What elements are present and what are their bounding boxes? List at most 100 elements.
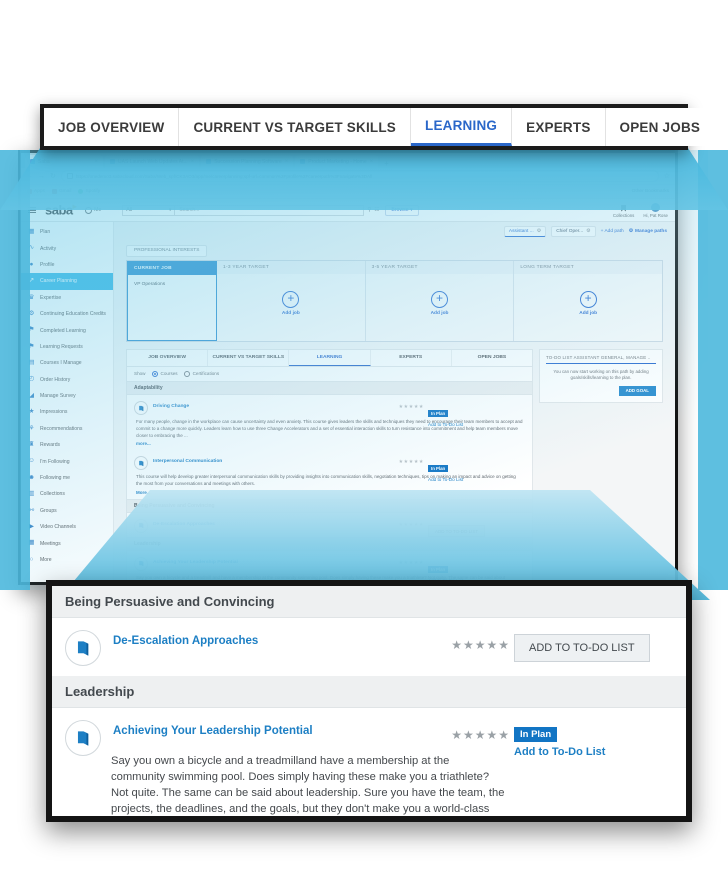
course-title[interactable]: De-Escalation Approaches xyxy=(113,630,258,647)
tab-current-vs-target-skills[interactable]: CURRENT VS TARGET SKILLS xyxy=(208,349,290,366)
rating-stars[interactable]: ★★★★★ xyxy=(451,728,510,742)
sidebar-item-collections[interactable]: ▥ Collections xyxy=(21,486,113,502)
sidebar-item-label: I'm Following xyxy=(40,458,70,465)
sidebar-item-label: Collections xyxy=(40,491,65,498)
sidebar-item-courses-i-manage[interactable]: ▤ Courses I Manage xyxy=(21,355,113,371)
radio-label: Courses xyxy=(160,371,178,377)
path-chip-chief-operating[interactable]: Chief Oper... ⚙ xyxy=(551,225,596,237)
zoom-wedge-left xyxy=(0,150,30,590)
sidebar-item-following-me[interactable]: ☻ Following me xyxy=(21,470,113,486)
sidebar-item-completed-learning[interactable]: ⚑ Completed Learning xyxy=(21,322,113,338)
sidebar-item-label: Rewards xyxy=(40,442,61,449)
sidebar-item-video-channels[interactable]: ▶ Video Channels xyxy=(21,519,113,535)
status-badge: In Plan xyxy=(428,465,449,473)
add-to-todo-link[interactable]: Add to To-Do List xyxy=(514,746,674,758)
section-heading-being-persuasive-magnified: Being Persuasive and Convincing xyxy=(52,586,686,618)
sidebar-item-rewards[interactable]: ♜ Rewards xyxy=(21,437,113,453)
rating-stars[interactable]: ★★★★★ xyxy=(451,638,510,652)
sidebar-item-plan[interactable]: ▦ Plan xyxy=(21,224,113,240)
gear-icon[interactable]: ⚙ xyxy=(537,228,541,234)
add-job-button[interactable]: + Add job xyxy=(217,290,365,316)
add-job-button[interactable]: + Add job xyxy=(514,290,662,316)
status-badge: In Plan xyxy=(514,727,558,742)
todo-list-assistant: TO-DO LIST ASSISTANT GENERAL, MANAGE .. … xyxy=(539,348,663,403)
course-description: Say you own a bicycle and a treadmilland… xyxy=(111,755,505,815)
user-label: Hi, Pat Rose xyxy=(643,212,668,218)
course-actions: In Plan Add to To-Do List xyxy=(514,724,674,758)
path-chip-assistant[interactable]: Assistant ... ⚙ xyxy=(503,225,547,237)
professional-interests-tab[interactable]: PROFESSIONAL INTERESTS xyxy=(126,244,208,257)
career-card-long-term-target[interactable]: LONG TERM TARGET + Add job xyxy=(514,260,663,341)
add-job-label: Add job xyxy=(281,310,300,316)
career-card-job-title: VP Operations xyxy=(134,281,166,287)
sidebar-item-label: Activity xyxy=(40,245,57,252)
sidebar-item-label: Recommendations xyxy=(40,425,83,432)
course-actions: ADD TO TO-DO LIST xyxy=(514,634,674,662)
sidebar-item-label: Following me xyxy=(40,475,71,482)
add-goal-button[interactable]: ADD GOAL xyxy=(618,385,656,396)
sidebar-item-label: More xyxy=(40,557,52,563)
collections-label: Collections xyxy=(612,212,635,218)
sidebar-item-learning-requests[interactable]: ⚑ Learning Requests xyxy=(21,339,113,355)
sidebar-item-meetings[interactable]: ▦ Meetings xyxy=(21,535,113,551)
manage-paths-button[interactable]: ⚙ Manage paths xyxy=(629,229,667,234)
course-row-magnified: De-Escalation Approaches ★★★★★ ADD TO TO… xyxy=(52,618,686,676)
rating-stars[interactable]: ★★★★★ xyxy=(399,459,424,465)
radio-courses[interactable]: Courses xyxy=(151,370,178,377)
top-tabs-callout: JOB OVERVIEW CURRENT VS TARGET SKILLS LE… xyxy=(40,104,715,150)
tab-job-overview-magnified[interactable]: JOB OVERVIEW xyxy=(44,108,180,146)
career-card-3-5-year-target[interactable]: 3-5 YEAR TARGET + Add job xyxy=(365,260,515,341)
add-job-button[interactable]: + Add job xyxy=(366,290,514,316)
tab-current-vs-target-skills-magnified[interactable]: CURRENT VS TARGET SKILLS xyxy=(179,108,411,146)
magnified-course-list: Being Persuasive and Convincing De-Escal… xyxy=(52,586,686,816)
tab-learning-magnified[interactable]: LEARNING xyxy=(411,108,513,146)
gear-icon: ⚙ xyxy=(628,228,633,234)
add-to-todo-list-button[interactable]: ADD TO TO-DO LIST xyxy=(514,634,650,662)
sidebar-item-label: Video Channels xyxy=(40,524,76,531)
tab-learning[interactable]: LEARNING xyxy=(289,349,371,366)
radio-certifications[interactable]: Certifications xyxy=(183,370,220,377)
radio-icon xyxy=(183,370,191,377)
course-book-icon xyxy=(134,456,148,471)
composite-stage: Saba × UAS Launch Web Updates At... × Su… xyxy=(0,0,728,876)
more-link[interactable]: more... xyxy=(134,439,525,446)
sidebar-item-activity[interactable]: ∿ Activity xyxy=(21,240,113,256)
career-card-current-job[interactable]: CURRENT JOB VP Operations xyxy=(127,260,217,341)
add-to-todo-link[interactable]: Add to To-Do List xyxy=(428,422,524,427)
tab-job-overview[interactable]: JOB OVERVIEW xyxy=(127,349,209,366)
sidebar-item-career-planning[interactable]: ↗ Career Planning xyxy=(21,273,113,290)
gear-icon[interactable]: ⚙ xyxy=(586,228,590,234)
career-card-1-3-year-target[interactable]: 1-3 YEAR TARGET + Add job xyxy=(217,260,366,341)
course-title[interactable]: Interpersonal Communication xyxy=(153,456,222,464)
rating-stars[interactable]: ★★★★★ xyxy=(399,404,424,410)
sidebar-item-profile[interactable]: ● Profile xyxy=(21,257,113,273)
tab-open-jobs-magnified[interactable]: OPEN JOBS xyxy=(605,108,715,146)
magnified-tab-bar: JOB OVERVIEW CURRENT VS TARGET SKILLS LE… xyxy=(44,108,715,146)
sidebar-item-expertise[interactable]: ♛ Expertise xyxy=(21,290,113,306)
zoom-wedge-right xyxy=(698,150,728,590)
add-to-todo-link[interactable]: Add to To-Do List xyxy=(428,477,524,482)
add-path-button[interactable]: + Add path xyxy=(601,229,624,234)
course-book-icon xyxy=(65,720,101,756)
sidebar-item-recommendations[interactable]: ⚘ Recommendations xyxy=(21,421,113,437)
sidebar-item-continuing-education-credits[interactable]: ⚙ Continuing Education Credits xyxy=(21,306,113,322)
course-title[interactable]: Achieving Your Leadership Potential xyxy=(113,720,313,737)
course-row-magnified: Achieving Your Leadership Potential ★★★★… xyxy=(52,708,686,816)
sidebar-item-label: Order History xyxy=(40,376,71,383)
tab-open-jobs[interactable]: OPEN JOBS xyxy=(452,350,532,366)
tab-experts-magnified[interactable]: EXPERTS xyxy=(512,108,606,146)
sidebar-item-im-following[interactable]: ☺ I'm Following xyxy=(21,453,113,469)
course-actions: In Plan Add to To-Do List xyxy=(428,457,524,482)
career-path-cards: CURRENT JOB VP Operations 1-3 YEAR TARGE… xyxy=(126,259,663,342)
sidebar-item-order-history[interactable]: ◴ Order History xyxy=(21,372,113,388)
path-chip-label: Assistant ... xyxy=(508,228,534,234)
learning-tabs: JOB OVERVIEW CURRENT VS TARGET SKILLS LE… xyxy=(127,349,532,367)
course-title[interactable]: Driving Change xyxy=(153,401,189,409)
sidebar-item-manage-survey[interactable]: ◢ Manage Survey xyxy=(21,388,113,404)
sidebar-item-groups[interactable]: ⚯ Groups xyxy=(21,503,113,519)
sidebar-item-impressions[interactable]: ★ Impressions xyxy=(21,404,113,420)
radio-icon xyxy=(151,370,158,377)
sidebar-item-label: Profile xyxy=(40,261,55,268)
tab-experts[interactable]: EXPERTS xyxy=(371,349,452,366)
radio-label: Certifications xyxy=(192,371,220,377)
